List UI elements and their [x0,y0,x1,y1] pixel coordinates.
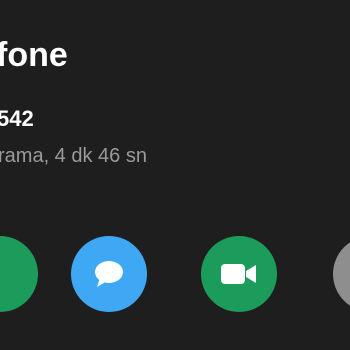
call-duration-text: rama, 4 dk 46 sn [0,145,147,167]
call-button[interactable] [0,236,38,312]
more-button[interactable] [333,236,350,312]
video-call-icon [219,261,259,287]
phone-number: 542 [0,106,34,131]
message-button[interactable] [71,236,147,312]
message-icon [92,258,126,290]
call-details-screen: fone 542 rama, 4 dk 46 sn [0,0,350,350]
contact-name: fone [0,36,68,74]
video-call-button[interactable] [201,236,277,312]
